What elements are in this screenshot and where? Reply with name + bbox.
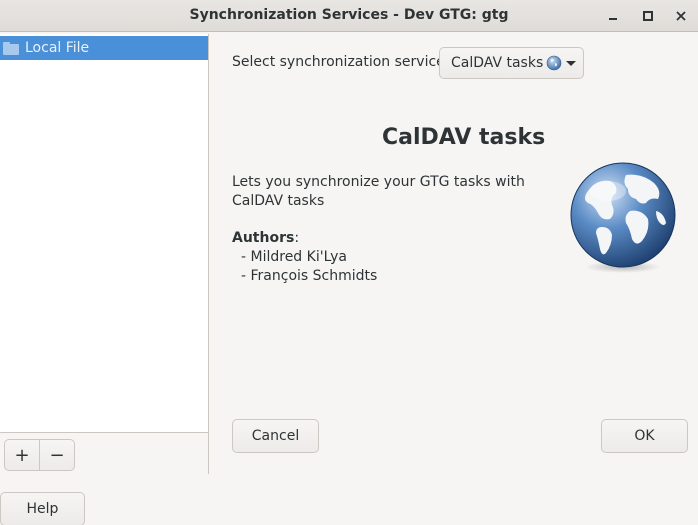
title-bar[interactable]: Synchronization Services - Dev GTG: gtg xyxy=(0,0,698,32)
authors-heading: Authors: xyxy=(232,230,299,246)
globe-icon xyxy=(546,55,562,71)
maximize-button[interactable] xyxy=(638,6,658,26)
sidebar-item-local-file[interactable]: Local File xyxy=(0,36,208,60)
backend-list[interactable]: Local File xyxy=(0,34,209,474)
help-button[interactable]: Help xyxy=(0,492,85,525)
service-combo[interactable]: CalDAV tasks xyxy=(439,47,584,79)
add-backend-button[interactable]: + xyxy=(5,440,39,470)
sidebar-toolbar: + − xyxy=(0,432,209,474)
ok-button[interactable]: OK xyxy=(601,419,688,453)
window-title: Synchronization Services - Dev GTG: gtg xyxy=(189,7,509,23)
backend-title: CalDAV tasks xyxy=(382,125,546,150)
close-icon xyxy=(676,11,686,21)
folder-icon xyxy=(3,41,19,55)
sidebar-item-label: Local File xyxy=(25,40,90,56)
sync-services-dialog: Synchronization Services - Dev GTG: gtg … xyxy=(0,0,698,525)
minimize-icon xyxy=(609,18,617,20)
service-combo-value: CalDAV tasks xyxy=(451,55,544,71)
close-button[interactable] xyxy=(671,6,691,26)
select-service-label: Select synchronization service: xyxy=(232,54,450,70)
chevron-down-icon xyxy=(566,60,577,66)
authors-heading-colon: : xyxy=(294,230,300,246)
minimize-button[interactable] xyxy=(603,6,623,26)
author-item: - Mildred Ki'Lya xyxy=(241,249,347,265)
authors-heading-text: Authors xyxy=(232,230,295,246)
add-remove-group: + − xyxy=(4,439,75,471)
backend-description: Lets you synchronize your GTG tasks with… xyxy=(232,174,525,209)
author-item: - François Schmidts xyxy=(241,268,378,284)
cancel-button[interactable]: Cancel xyxy=(232,419,319,453)
globe-icon xyxy=(570,162,676,273)
maximize-icon xyxy=(643,11,653,21)
remove-backend-button[interactable]: − xyxy=(39,440,74,470)
